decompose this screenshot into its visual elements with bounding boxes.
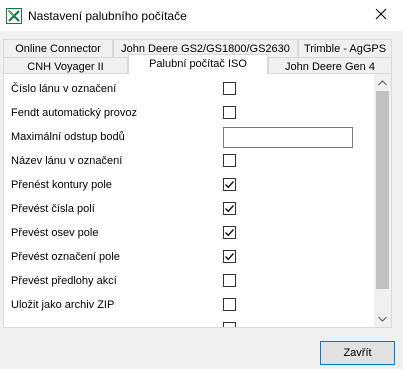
chevron-up-icon	[378, 77, 387, 89]
window-title: Nastavení palubního počítače	[28, 9, 187, 23]
chevron-down-icon	[378, 313, 387, 325]
setting-row: Převést čísla polí	[4, 198, 376, 222]
setting-row: Maximální odstup bodů	[4, 126, 376, 150]
tab-label: Trimble - AgGPS	[303, 43, 387, 55]
tab-label: Online Connector	[15, 43, 101, 55]
setting-checkbox[interactable]	[223, 322, 236, 327]
tab-label: John Deere Gen 4	[285, 61, 375, 73]
setting-row: Přenést kontury pole	[4, 174, 376, 198]
scroll-thumb[interactable]	[376, 91, 389, 289]
setting-label: Uložit jako archiv ZIP	[11, 299, 115, 311]
setting-row: Převést osev pole	[4, 222, 376, 246]
setting-checkbox[interactable]	[223, 106, 236, 119]
close-icon	[375, 8, 387, 23]
close-button[interactable]	[359, 0, 403, 31]
setting-label: Maximální odstup bodů	[11, 131, 125, 143]
setting-row: Fendt automatický provoz	[4, 102, 376, 126]
setting-row: Převést předlohy akcí	[4, 270, 376, 294]
tab-label: CNH Voyager II	[27, 61, 104, 73]
checkmark-icon	[225, 205, 234, 213]
setting-row: Převést označení pole	[4, 246, 376, 270]
setting-row: Číslo lánu v označení	[4, 78, 376, 102]
setting-label: Fendt automatický provoz	[11, 107, 137, 119]
setting-row: Uložit jako archiv ZIP	[4, 294, 376, 318]
tab-palubni-pocitac-iso[interactable]: Palubní počítač ISO	[128, 54, 268, 74]
close-dialog-button[interactable]: Zavřít	[320, 341, 395, 365]
setting-label: Název lánu v označení	[11, 155, 123, 167]
excel-app-icon	[6, 8, 22, 24]
checkmark-icon	[225, 229, 234, 237]
tab-online-connector[interactable]: Online Connector	[3, 39, 113, 57]
tab-trimble-aggps[interactable]: Trimble - AgGPS	[298, 39, 392, 57]
setting-checkbox[interactable]	[223, 298, 236, 311]
setting-row	[4, 318, 376, 327]
setting-label: Převést předlohy akcí	[11, 275, 117, 287]
checkmark-icon	[225, 253, 234, 261]
setting-row: Název lánu v označení	[4, 150, 376, 174]
setting-label: Číslo lánu v označení	[11, 83, 117, 95]
scroll-down-button[interactable]	[374, 310, 391, 327]
settings-panel: Číslo lánu v označení Fendt automatický …	[3, 73, 392, 328]
vertical-scrollbar[interactable]	[374, 74, 391, 327]
checkmark-icon	[225, 181, 234, 189]
setting-checkbox[interactable]	[223, 202, 236, 215]
setting-checkbox[interactable]	[223, 226, 236, 239]
setting-label: Přenést kontury pole	[11, 179, 112, 191]
title-bar: Nastavení palubního počítače	[0, 0, 403, 31]
setting-checkbox[interactable]	[223, 274, 236, 287]
setting-label: Převést označení pole	[11, 251, 120, 263]
setting-label: Převést osev pole	[11, 227, 99, 239]
settings-list: Číslo lánu v označení Fendt automatický …	[4, 74, 376, 327]
button-label: Zavřít	[343, 347, 372, 359]
tab-label: Palubní počítač ISO	[149, 58, 247, 70]
setting-checkbox[interactable]	[223, 178, 236, 191]
scroll-up-button[interactable]	[374, 74, 391, 91]
setting-checkbox[interactable]	[223, 250, 236, 263]
max-point-distance-input[interactable]	[223, 127, 353, 148]
setting-label: Převést čísla polí	[11, 203, 95, 215]
setting-checkbox[interactable]	[223, 82, 236, 95]
setting-checkbox[interactable]	[223, 154, 236, 167]
